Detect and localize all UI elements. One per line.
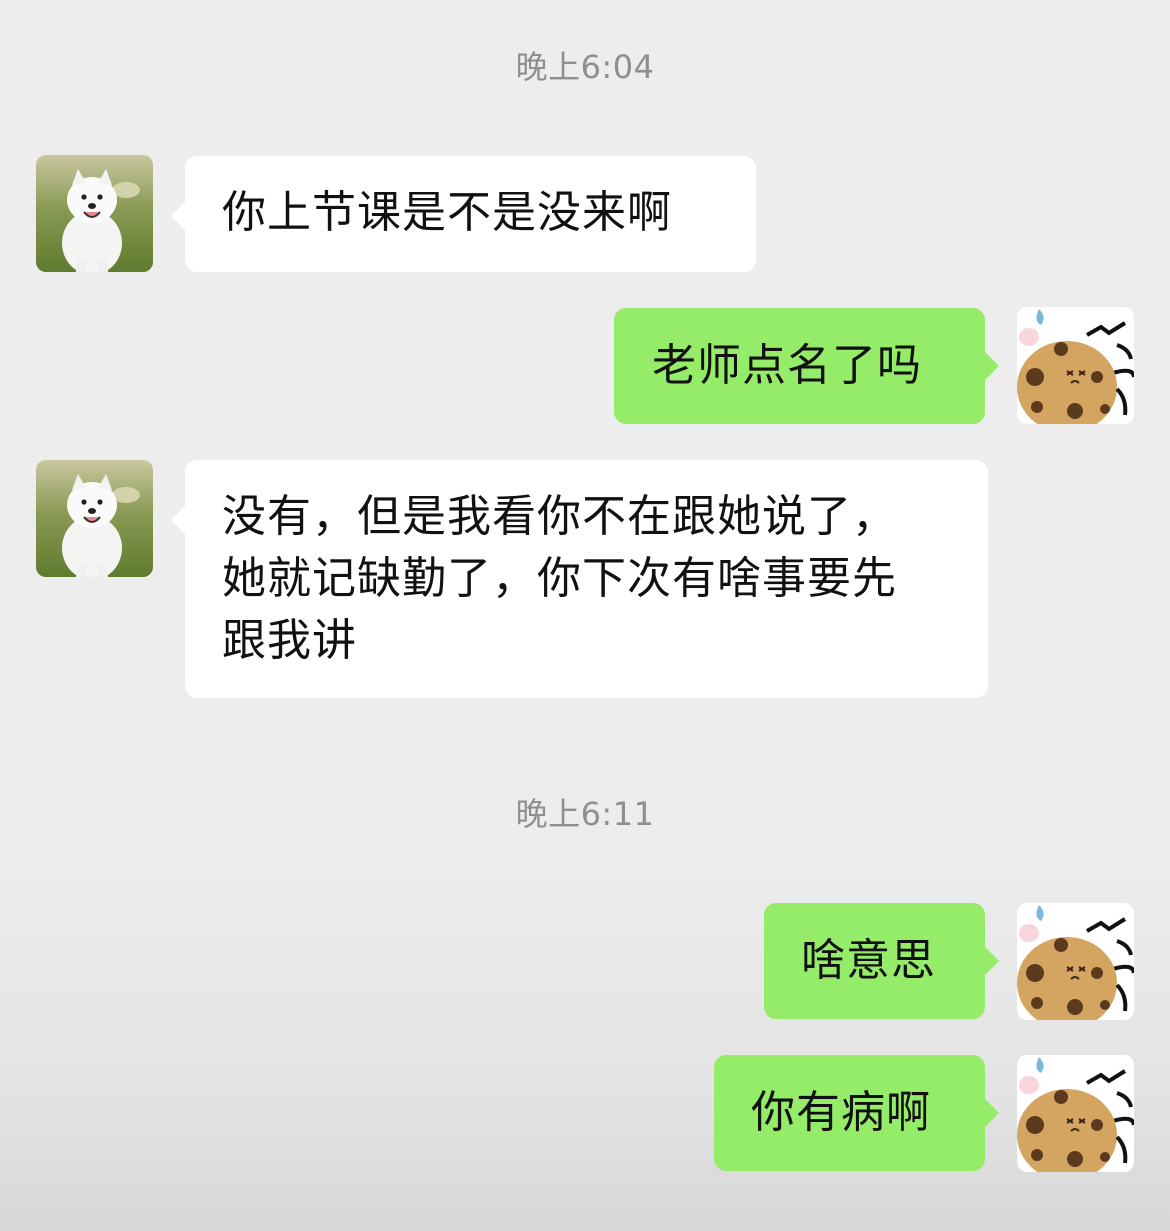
message-text: 老师点名了吗	[652, 340, 922, 391]
cookie-cartoon-icon	[1017, 903, 1134, 1020]
message-bubble-incoming[interactable]: 你上节课是不是没来啊	[171, 156, 756, 272]
my-avatar[interactable]	[1017, 1055, 1134, 1172]
samoyed-dog-icon	[36, 460, 153, 577]
message-text: 啥意思	[801, 935, 936, 986]
friend-avatar[interactable]	[36, 155, 153, 272]
samoyed-dog-icon	[36, 155, 153, 272]
message-bubble-outgoing[interactable]: 老师点名了吗	[614, 308, 999, 424]
friend-avatar[interactable]	[36, 460, 153, 577]
chat-window: 晚上6:04 你上节课是不是没来啊 老师点名了吗 没有，但是我看你不在跟她说了，…	[0, 0, 1170, 1231]
message-bubble-outgoing[interactable]: 你有病啊	[714, 1055, 999, 1171]
timestamp: 晚上6:04	[515, 48, 655, 86]
timestamp: 晚上6:11	[515, 795, 655, 833]
message-bubble-outgoing[interactable]: 啥意思	[764, 903, 999, 1019]
my-avatar[interactable]	[1017, 903, 1134, 1020]
message-bubble-incoming[interactable]: 没有，但是我看你不在跟她说了， 她就记缺勤了，你下次有啥事要先 跟我讲	[171, 460, 988, 698]
my-avatar[interactable]	[1017, 307, 1134, 424]
cookie-cartoon-icon	[1017, 307, 1134, 424]
cookie-cartoon-icon	[1017, 1055, 1134, 1172]
message-text: 你有病啊	[751, 1087, 931, 1138]
message-text: 你上节课是不是没来啊	[222, 187, 672, 238]
message-text: 没有，但是我看你不在跟她说了， 她就记缺勤了，你下次有啥事要先 跟我讲	[222, 491, 897, 666]
